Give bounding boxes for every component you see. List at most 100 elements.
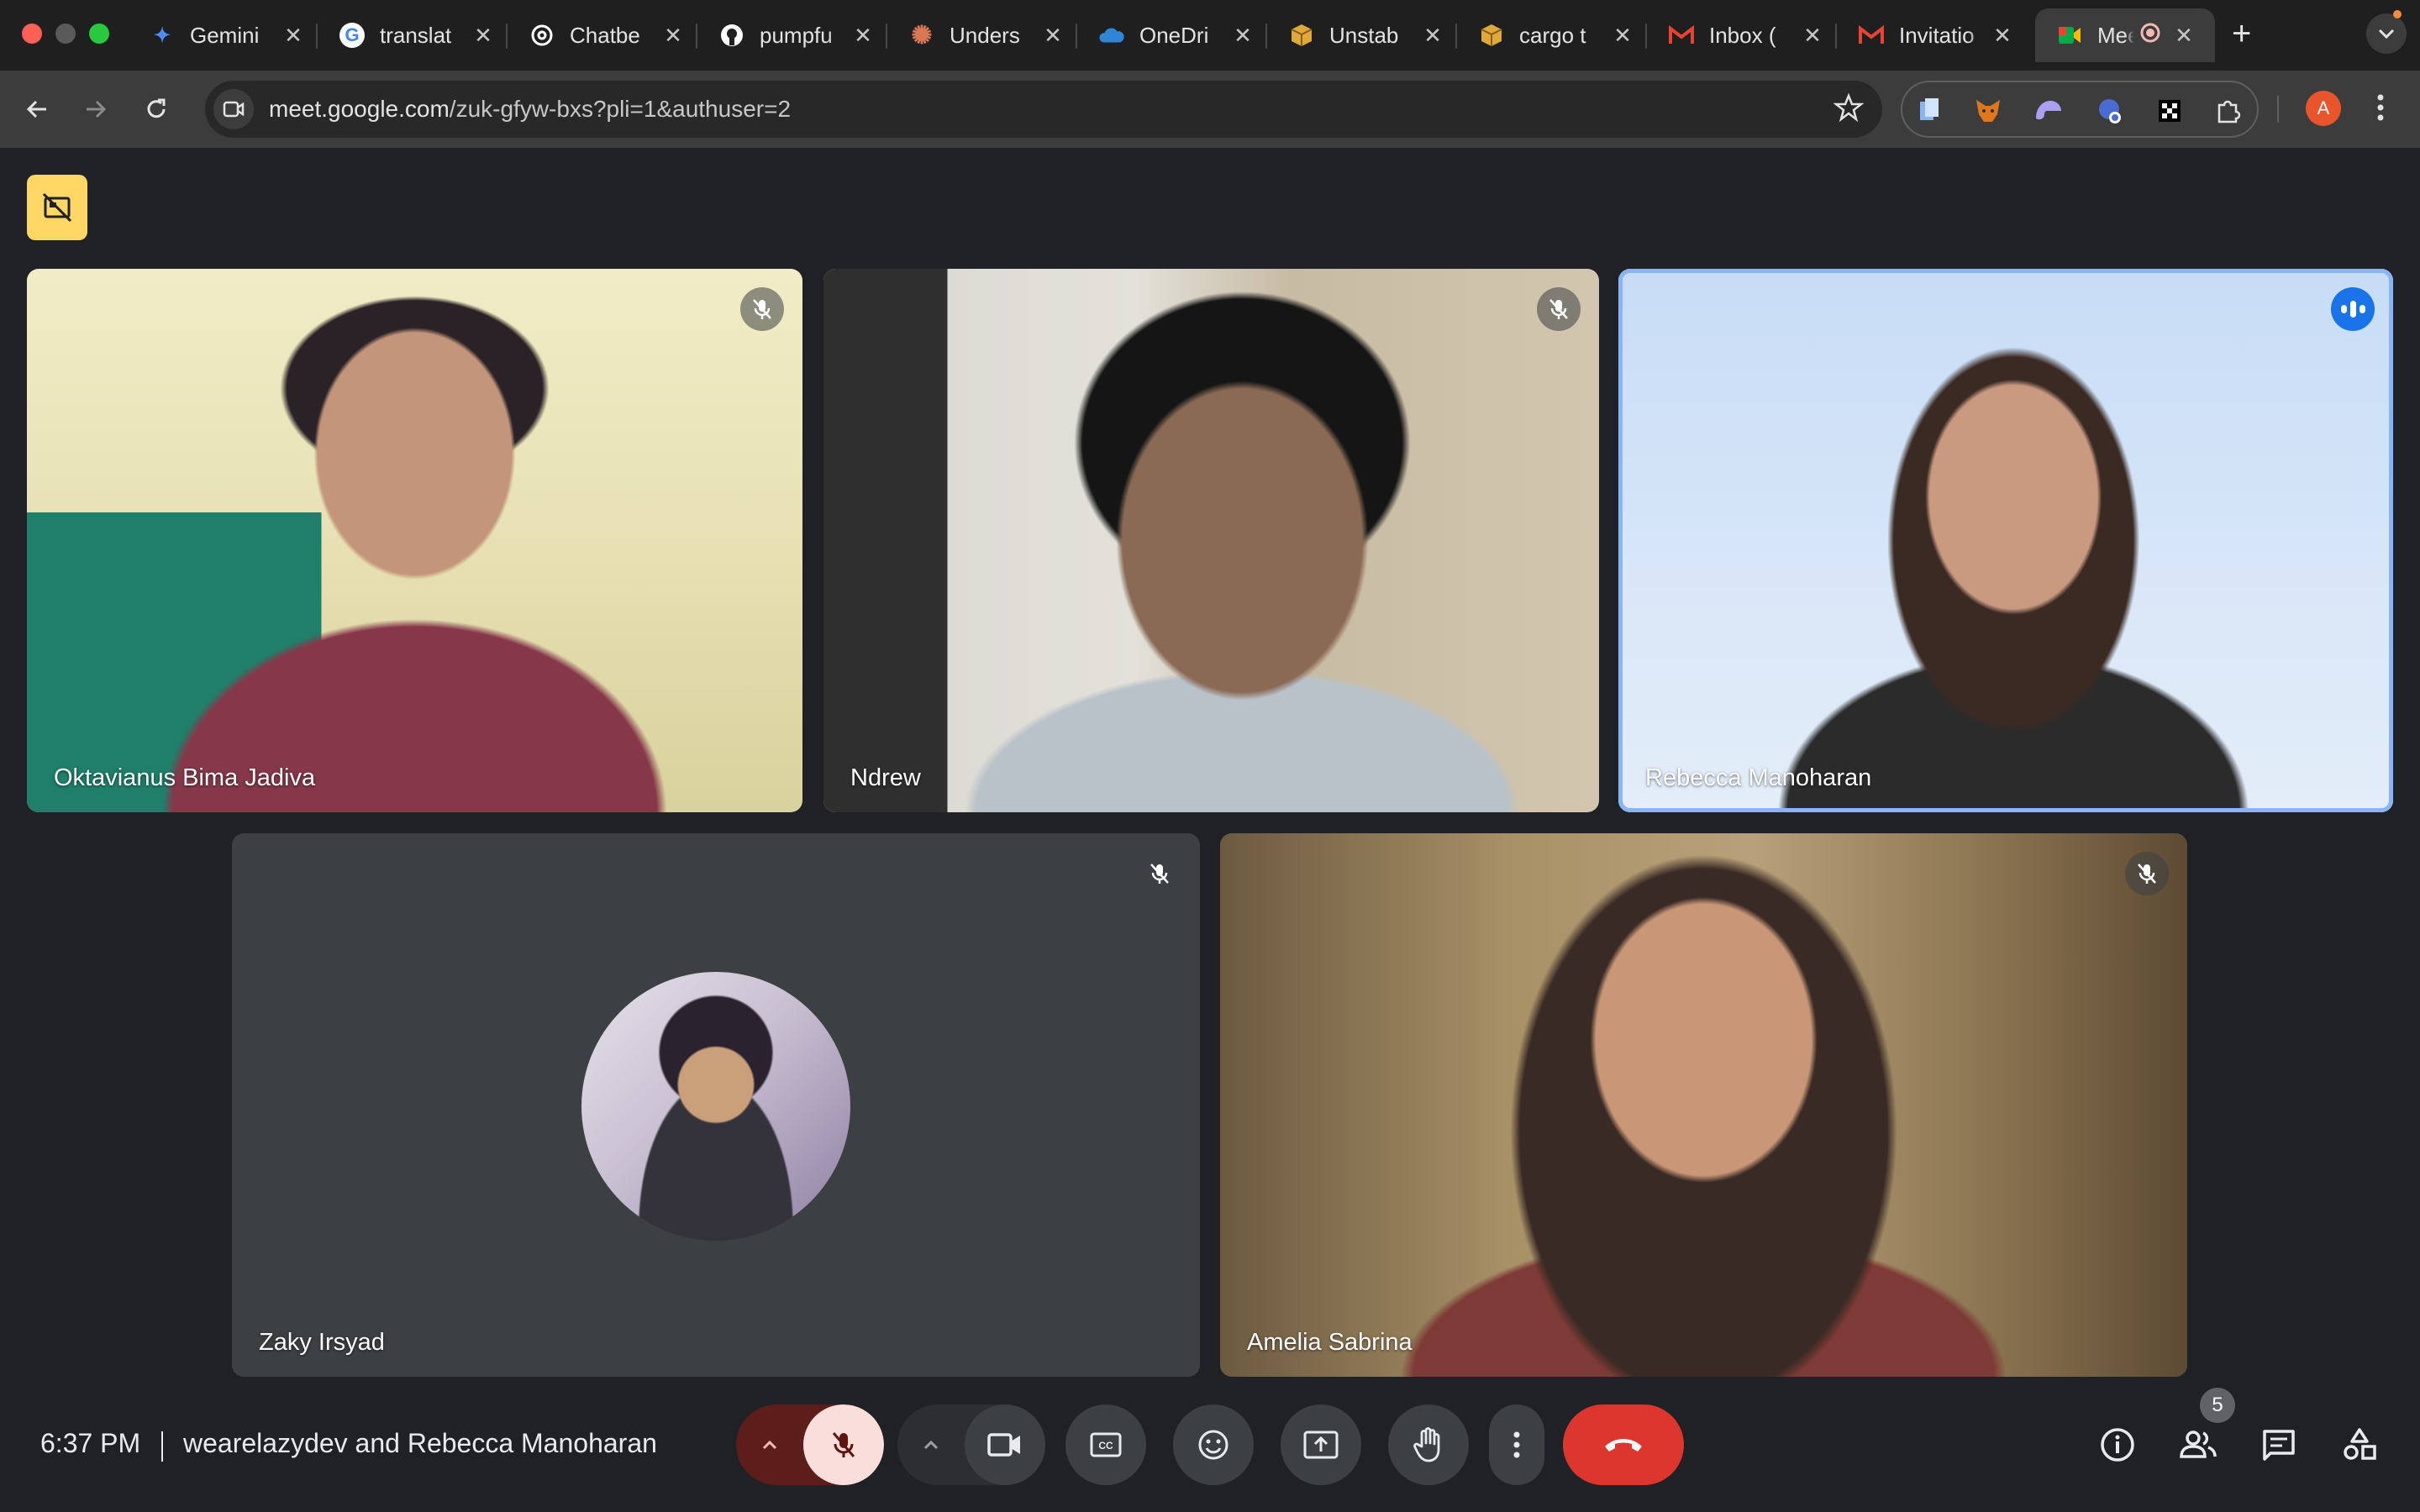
hand-icon xyxy=(1413,1427,1440,1462)
tab-onedrive[interactable]: OneDri ✕ xyxy=(1077,8,1267,62)
leave-call-button[interactable] xyxy=(1563,1404,1684,1485)
extension-docs-icon[interactable] xyxy=(1912,94,1946,128)
onedrive-icon xyxy=(1099,23,1124,48)
close-tab-icon[interactable]: ✕ xyxy=(471,23,496,49)
present-to-all-icon xyxy=(1303,1431,1339,1459)
tab-gemini[interactable]: ✦ Gemini ✕ xyxy=(128,8,318,62)
info-icon xyxy=(2101,1428,2134,1462)
close-tab-icon[interactable]: ✕ xyxy=(850,23,876,49)
mic-off-icon xyxy=(2125,852,2169,895)
window-minimize-button[interactable] xyxy=(55,24,76,44)
participant-tile-active-speaker[interactable]: Rebecca Manoharan xyxy=(1618,269,2393,812)
mic-toggle-button[interactable] xyxy=(803,1404,884,1485)
close-tab-icon[interactable]: ✕ xyxy=(2171,23,2196,49)
site-info-icon[interactable] xyxy=(213,89,254,129)
phantom-icon[interactable] xyxy=(2032,94,2065,128)
tab-chatbot[interactable]: Chatbe ✕ xyxy=(508,8,697,62)
video-options-button[interactable] xyxy=(897,1404,965,1485)
captions-button[interactable]: CC xyxy=(1065,1404,1146,1485)
more-vert-icon xyxy=(2377,94,2384,121)
recording-icon xyxy=(2139,22,2161,50)
browser-menu-button[interactable] xyxy=(2368,89,2393,130)
shapes-icon xyxy=(2344,1428,2376,1460)
mic-off-icon xyxy=(740,287,784,331)
reactions-button[interactable] xyxy=(1173,1404,1254,1485)
tab-search-button[interactable] xyxy=(2366,13,2407,54)
close-tab-icon[interactable]: ✕ xyxy=(1420,23,1445,49)
videocam-icon xyxy=(987,1433,1020,1457)
info-divider xyxy=(161,1431,163,1462)
people-icon xyxy=(2180,1431,2217,1458)
arrow-left-icon xyxy=(26,100,46,118)
svg-text:CC: CC xyxy=(1098,1440,1113,1452)
extensions-group xyxy=(1901,81,2259,138)
participant-name: Rebecca Manoharan xyxy=(1645,764,1872,791)
participant-tile[interactable]: Oktavianus Bima Jadiva xyxy=(27,269,802,812)
back-button[interactable] xyxy=(13,86,60,133)
camera-control xyxy=(897,1404,1045,1485)
close-tab-icon[interactable]: ✕ xyxy=(660,23,686,49)
close-tab-icon[interactable]: ✕ xyxy=(1610,23,1635,49)
participant-tile[interactable]: Ndrew xyxy=(823,269,1599,812)
audio-options-button[interactable] xyxy=(736,1404,803,1485)
chat-button[interactable] xyxy=(2250,1416,2307,1473)
meet-icon xyxy=(2057,23,2082,48)
chevron-down-icon xyxy=(2378,29,2395,39)
tab-inbox[interactable]: Inbox ( ✕ xyxy=(1647,8,1837,62)
participant-video xyxy=(27,269,802,812)
camera-toggle-button[interactable] xyxy=(965,1404,1045,1485)
participant-count-badge: 5 xyxy=(2200,1388,2235,1423)
gmail-icon xyxy=(1669,23,1694,48)
participant-video xyxy=(1220,833,2187,1377)
closed-captions-icon: CC xyxy=(1090,1432,1122,1457)
more-vert-icon xyxy=(1513,1431,1520,1458)
participant-tile[interactable]: Amelia Sabrina xyxy=(1220,833,2187,1377)
new-tab-button[interactable]: + xyxy=(2232,15,2251,53)
extension-grid-icon[interactable] xyxy=(2153,94,2186,128)
tab-cargo[interactable]: cargo t ✕ xyxy=(1457,8,1647,62)
participant-name: Oktavianus Bima Jadiva xyxy=(54,764,316,791)
close-tab-icon[interactable]: ✕ xyxy=(281,23,306,49)
tab-meet[interactable]: Mee ✕ xyxy=(2035,8,2215,62)
bookmark-star-icon[interactable] xyxy=(1833,92,1865,127)
google-icon: G xyxy=(339,23,365,48)
tab-claude[interactable]: ✺ Unders ✕ xyxy=(887,8,1077,62)
participant-name: Amelia Sabrina xyxy=(1247,1329,1413,1356)
profile-avatar[interactable]: A xyxy=(2306,91,2341,126)
people-button[interactable] xyxy=(2170,1416,2227,1473)
extension-globe-icon[interactable] xyxy=(2092,94,2126,128)
raise-hand-button[interactable] xyxy=(1388,1404,1469,1485)
hide-tiles-icon xyxy=(42,192,72,223)
window-close-button[interactable] xyxy=(22,24,42,44)
activities-button[interactable] xyxy=(2331,1416,2388,1473)
tab-translate[interactable]: G translat ✕ xyxy=(318,8,508,62)
close-tab-icon[interactable]: ✕ xyxy=(1040,23,1065,49)
close-tab-icon[interactable]: ✕ xyxy=(1230,23,1255,49)
chat-icon xyxy=(2263,1430,2295,1461)
chevron-up-icon xyxy=(762,1440,777,1450)
tab-invitation[interactable]: Invitatio ✕ xyxy=(1837,8,2027,62)
package-icon xyxy=(1479,23,1504,48)
address-bar[interactable]: meet.google.com/zuk-gfyw-bxs?pli=1&authu… xyxy=(205,81,1882,138)
metamask-icon[interactable] xyxy=(1971,94,2005,128)
window-zoom-button[interactable] xyxy=(89,24,109,44)
present-screen-button[interactable] xyxy=(1281,1404,1361,1485)
openai-icon xyxy=(529,23,555,48)
tab-unstable[interactable]: Unstab ✕ xyxy=(1267,8,1457,62)
extensions-puzzle-icon[interactable] xyxy=(2212,94,2245,128)
more-options-button[interactable] xyxy=(1489,1404,1544,1485)
github-icon xyxy=(719,23,744,48)
close-tab-icon[interactable]: ✕ xyxy=(1800,23,1825,49)
url-text: meet.google.com/zuk-gfyw-bxs?pli=1&authu… xyxy=(269,96,792,122)
notification-dot xyxy=(2393,10,2402,18)
hidden-tiles-button[interactable] xyxy=(27,175,87,240)
forward-button[interactable] xyxy=(72,86,119,133)
participant-video xyxy=(823,269,1599,812)
reload-button[interactable] xyxy=(133,86,180,133)
close-tab-icon[interactable]: ✕ xyxy=(1990,23,2015,49)
tab-strip: ✦ Gemini ✕ G translat ✕ Chatbe ✕ pumpfu … xyxy=(0,0,2420,71)
meeting-clock: 6:37 PM xyxy=(40,1428,141,1458)
tab-github[interactable]: pumpfu ✕ xyxy=(697,8,887,62)
call-end-icon xyxy=(1605,1439,1642,1452)
meeting-details-button[interactable] xyxy=(2089,1416,2146,1473)
